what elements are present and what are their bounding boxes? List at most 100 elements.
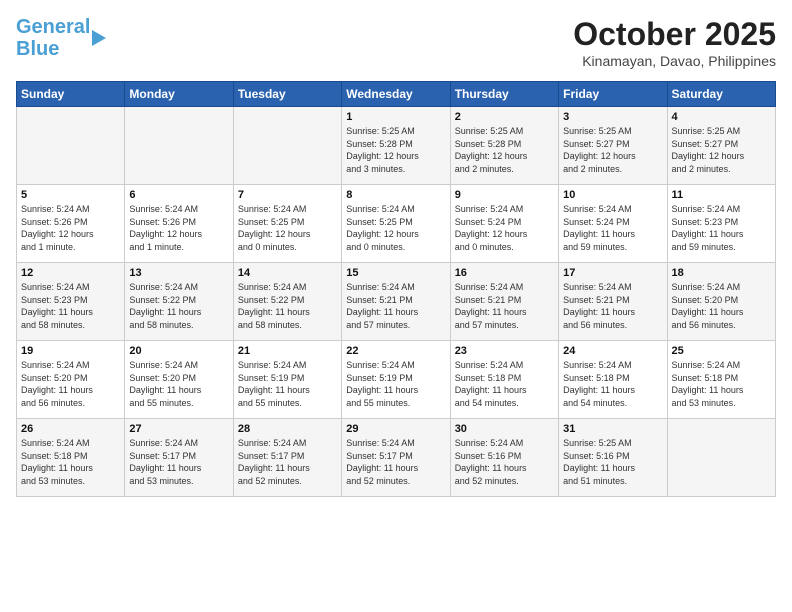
day-info: Sunrise: 5:25 AM Sunset: 5:16 PM Dayligh…: [563, 437, 662, 487]
day-info: Sunrise: 5:25 AM Sunset: 5:27 PM Dayligh…: [563, 125, 662, 175]
day-info: Sunrise: 5:24 AM Sunset: 5:16 PM Dayligh…: [455, 437, 554, 487]
day-number: 28: [238, 423, 337, 435]
calendar-cell: 30Sunrise: 5:24 AM Sunset: 5:16 PM Dayli…: [450, 419, 558, 497]
calendar-cell: 29 Sunrise: 5:24 AM Sunset: 5:17 PM Dayli…: [342, 419, 450, 497]
calendar-cell: 11 Sunrise: 5:24 AM Sunset: 5:23 PM Dayli…: [667, 185, 775, 263]
calendar-cell: 3 Sunrise: 5:25 AM Sunset: 5:27 PM Daylig…: [559, 107, 667, 185]
day-info: Sunrise: 5:24 AM Sunset: 5:23 PM Dayligh…: [672, 203, 771, 253]
calendar-cell: 6Sunrise: 5:24 AM Sunset: 5:26 PM Daylig…: [125, 185, 233, 263]
calendar-cell: 15 Sunrise: 5:24 AM Sunset: 5:21 PM Dayli…: [342, 263, 450, 341]
calendar-week-row: 5 Sunrise: 5:24 AM Sunset: 5:26 PM Daylig…: [17, 185, 776, 263]
calendar-cell: 22 Sunrise: 5:24 AM Sunset: 5:19 PM Dayli…: [342, 341, 450, 419]
logo-arrow-icon: [92, 30, 106, 46]
weekday-header: Sunday: [17, 82, 125, 107]
day-info: Sunrise: 5:24 AM Sunset: 5:19 PM Dayligh…: [346, 359, 445, 409]
calendar-cell: 5 Sunrise: 5:24 AM Sunset: 5:26 PM Daylig…: [17, 185, 125, 263]
calendar-cell: 13 Sunrise: 5:24 AM Sunset: 5:22 PM Dayli…: [125, 263, 233, 341]
weekday-header: Wednesday: [342, 82, 450, 107]
weekday-header: Saturday: [667, 82, 775, 107]
day-number: 7: [238, 189, 337, 201]
day-info: Sunrise: 5:24 AM Sunset: 5:18 PM Dayligh…: [455, 359, 554, 409]
day-number: 4: [672, 111, 771, 123]
day-info: Sunrise: 5:24 AM Sunset: 5:22 PM Dayligh…: [238, 281, 337, 331]
calendar-cell: 16 Sunrise: 5:24 AM Sunset: 5:21 PM Dayli…: [450, 263, 558, 341]
month-title: October 2025: [573, 16, 776, 53]
day-info: Sunrise: 5:25 AM Sunset: 5:28 PM Dayligh…: [346, 125, 445, 175]
day-info: Sunrise: 5:24 AM Sunset: 5:21 PM Dayligh…: [346, 281, 445, 331]
weekday-header: Friday: [559, 82, 667, 107]
day-info: Sunrise: 5:24 AM Sunset: 5:18 PM Dayligh…: [563, 359, 662, 409]
day-number: 11: [672, 189, 771, 201]
calendar-week-row: 12Sunrise: 5:24 AM Sunset: 5:23 PM Dayli…: [17, 263, 776, 341]
calendar-cell: 27 Sunrise: 5:24 AM Sunset: 5:17 PM Dayli…: [125, 419, 233, 497]
calendar-cell: 31 Sunrise: 5:25 AM Sunset: 5:16 PM Dayli…: [559, 419, 667, 497]
day-info: Sunrise: 5:24 AM Sunset: 5:17 PM Dayligh…: [129, 437, 228, 487]
title-block: October 2025 Kinamayan, Davao, Philippin…: [573, 16, 776, 69]
logo-text: GeneralBlue: [16, 16, 90, 60]
day-number: 13: [129, 267, 228, 279]
day-number: 15: [346, 267, 445, 279]
day-info: Sunrise: 5:25 AM Sunset: 5:28 PM Dayligh…: [455, 125, 554, 175]
day-info: Sunrise: 5:24 AM Sunset: 5:22 PM Dayligh…: [129, 281, 228, 331]
day-info: Sunrise: 5:25 AM Sunset: 5:27 PM Dayligh…: [672, 125, 771, 175]
day-number: 29: [346, 423, 445, 435]
calendar-cell: [667, 419, 775, 497]
day-number: 21: [238, 345, 337, 357]
calendar-cell: 12Sunrise: 5:24 AM Sunset: 5:23 PM Dayli…: [17, 263, 125, 341]
day-number: 5: [21, 189, 120, 201]
day-number: 10: [563, 189, 662, 201]
calendar-cell: 25Sunrise: 5:24 AM Sunset: 5:18 PM Dayli…: [667, 341, 775, 419]
day-info: Sunrise: 5:24 AM Sunset: 5:17 PM Dayligh…: [238, 437, 337, 487]
calendar-week-row: 1 Sunrise: 5:25 AM Sunset: 5:28 PM Daylig…: [17, 107, 776, 185]
location: Kinamayan, Davao, Philippines: [573, 53, 776, 69]
calendar-cell: 14 Sunrise: 5:24 AM Sunset: 5:22 PM Dayli…: [233, 263, 341, 341]
weekday-header-row: SundayMondayTuesdayWednesdayThursdayFrid…: [17, 82, 776, 107]
calendar-cell: 10Sunrise: 5:24 AM Sunset: 5:24 PM Dayli…: [559, 185, 667, 263]
calendar-cell: 26Sunrise: 5:24 AM Sunset: 5:18 PM Dayli…: [17, 419, 125, 497]
day-info: Sunrise: 5:24 AM Sunset: 5:26 PM Dayligh…: [129, 203, 228, 253]
day-number: 16: [455, 267, 554, 279]
day-number: 26: [21, 423, 120, 435]
day-number: 17: [563, 267, 662, 279]
day-number: 18: [672, 267, 771, 279]
day-info: Sunrise: 5:24 AM Sunset: 5:24 PM Dayligh…: [455, 203, 554, 253]
day-number: 9: [455, 189, 554, 201]
day-number: 31: [563, 423, 662, 435]
day-number: 8: [346, 189, 445, 201]
calendar-cell: 1 Sunrise: 5:25 AM Sunset: 5:28 PM Daylig…: [342, 107, 450, 185]
calendar-week-row: 26Sunrise: 5:24 AM Sunset: 5:18 PM Dayli…: [17, 419, 776, 497]
calendar-cell: 7 Sunrise: 5:24 AM Sunset: 5:25 PM Daylig…: [233, 185, 341, 263]
calendar-table: SundayMondayTuesdayWednesdayThursdayFrid…: [16, 81, 776, 497]
day-number: 14: [238, 267, 337, 279]
calendar-cell: 19Sunrise: 5:24 AM Sunset: 5:20 PM Dayli…: [17, 341, 125, 419]
day-number: 27: [129, 423, 228, 435]
day-number: 1: [346, 111, 445, 123]
day-info: Sunrise: 5:24 AM Sunset: 5:19 PM Dayligh…: [238, 359, 337, 409]
calendar-cell: 23 Sunrise: 5:24 AM Sunset: 5:18 PM Dayli…: [450, 341, 558, 419]
day-info: Sunrise: 5:24 AM Sunset: 5:21 PM Dayligh…: [563, 281, 662, 331]
day-number: 12: [21, 267, 120, 279]
day-number: 20: [129, 345, 228, 357]
calendar-cell: [233, 107, 341, 185]
day-info: Sunrise: 5:24 AM Sunset: 5:26 PM Dayligh…: [21, 203, 120, 253]
day-info: Sunrise: 5:24 AM Sunset: 5:25 PM Dayligh…: [346, 203, 445, 253]
weekday-header: Thursday: [450, 82, 558, 107]
day-info: Sunrise: 5:24 AM Sunset: 5:25 PM Dayligh…: [238, 203, 337, 253]
header: GeneralBlue October 2025 Kinamayan, Dava…: [16, 16, 776, 69]
day-info: Sunrise: 5:24 AM Sunset: 5:21 PM Dayligh…: [455, 281, 554, 331]
page-container: GeneralBlue October 2025 Kinamayan, Dava…: [0, 0, 792, 505]
day-info: Sunrise: 5:24 AM Sunset: 5:18 PM Dayligh…: [672, 359, 771, 409]
calendar-cell: 20 Sunrise: 5:24 AM Sunset: 5:20 PM Dayli…: [125, 341, 233, 419]
calendar-cell: 28 Sunrise: 5:24 AM Sunset: 5:17 PM Dayli…: [233, 419, 341, 497]
calendar-cell: 4 Sunrise: 5:25 AM Sunset: 5:27 PM Daylig…: [667, 107, 775, 185]
day-info: Sunrise: 5:24 AM Sunset: 5:20 PM Dayligh…: [129, 359, 228, 409]
calendar-cell: 9 Sunrise: 5:24 AM Sunset: 5:24 PM Daylig…: [450, 185, 558, 263]
weekday-header: Tuesday: [233, 82, 341, 107]
logo: GeneralBlue: [16, 16, 106, 60]
day-number: 3: [563, 111, 662, 123]
day-info: Sunrise: 5:24 AM Sunset: 5:17 PM Dayligh…: [346, 437, 445, 487]
day-number: 23: [455, 345, 554, 357]
day-number: 22: [346, 345, 445, 357]
day-info: Sunrise: 5:24 AM Sunset: 5:20 PM Dayligh…: [21, 359, 120, 409]
day-info: Sunrise: 5:24 AM Sunset: 5:20 PM Dayligh…: [672, 281, 771, 331]
